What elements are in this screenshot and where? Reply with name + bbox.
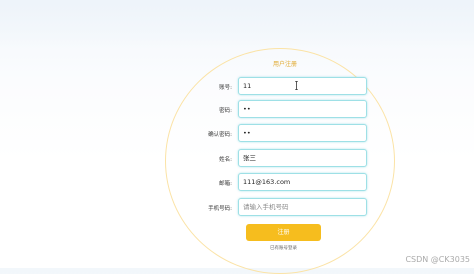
register-button[interactable]: 注册	[246, 224, 321, 241]
password-input[interactable]: ••	[238, 100, 367, 118]
password-label: 密码:	[219, 108, 232, 114]
email-input[interactable]: 111@163.com	[238, 173, 367, 191]
form-title: 用户注册	[272, 61, 297, 68]
background-haze	[0, 0, 474, 48]
text-cursor-icon	[295, 81, 298, 90]
confirm-password-input[interactable]: ••	[238, 124, 367, 142]
email-label: 邮箱:	[219, 181, 232, 187]
account-label: 账号:	[219, 85, 232, 91]
name-label: 姓名:	[219, 157, 232, 163]
phone-input[interactable]: 请输入手机号码	[238, 198, 367, 216]
account-input[interactable]: 11	[238, 77, 367, 95]
phone-label: 手机号码:	[208, 206, 232, 212]
name-input[interactable]: 张三	[238, 149, 367, 167]
watermark: CSDN @CK3035	[405, 255, 470, 264]
confirm-password-label: 确认密码:	[208, 132, 232, 138]
login-link[interactable]: 已有账号登录	[246, 245, 321, 251]
